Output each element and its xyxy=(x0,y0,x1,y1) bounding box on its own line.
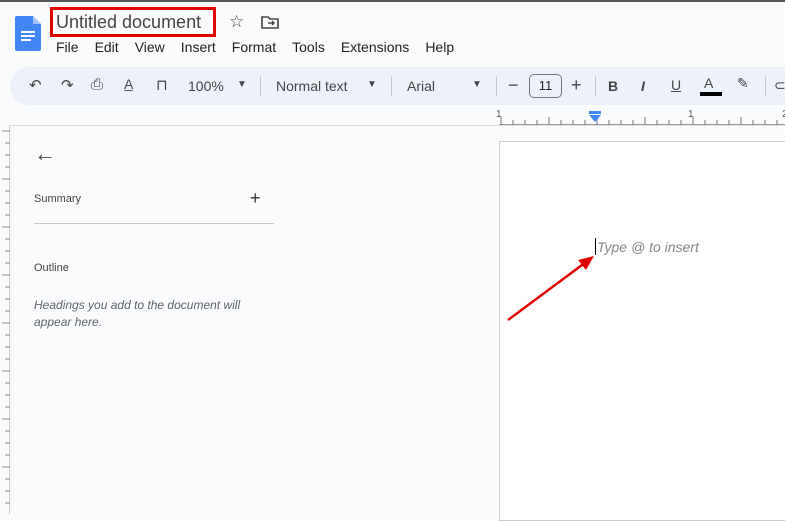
highlight-icon[interactable]: ✎ xyxy=(737,75,749,92)
menu-file[interactable]: File xyxy=(56,39,79,55)
menu-insert[interactable]: Insert xyxy=(181,39,216,55)
separator xyxy=(496,76,497,96)
indent-marker-icon[interactable] xyxy=(588,111,602,123)
link-icon[interactable]: ⊂ xyxy=(774,77,785,94)
increase-font-size-icon[interactable]: + xyxy=(571,75,582,96)
underline-icon[interactable]: U xyxy=(671,77,681,93)
insert-placeholder[interactable]: Type @ to insert xyxy=(597,239,699,255)
redo-icon[interactable]: ↷ xyxy=(61,76,74,94)
italic-icon[interactable]: I xyxy=(641,78,645,94)
move-folder-icon[interactable] xyxy=(261,15,279,29)
separator xyxy=(260,76,261,96)
back-arrow-icon[interactable]: ← xyxy=(34,141,56,167)
text-color-swatch xyxy=(700,92,722,96)
window-top-border xyxy=(0,0,785,2)
summary-label: Summary xyxy=(34,193,82,205)
font-size-input[interactable]: 11 xyxy=(529,74,562,98)
separator xyxy=(765,76,766,96)
menu-bar: File Edit View Insert Format Tools Exten… xyxy=(56,39,470,55)
document-page[interactable] xyxy=(499,141,785,521)
menu-tools[interactable]: Tools xyxy=(292,39,325,55)
style-select[interactable]: Normal text xyxy=(276,78,348,94)
bold-icon[interactable]: B xyxy=(608,78,618,94)
star-icon[interactable]: ☆ xyxy=(229,12,244,32)
add-summary-icon[interactable]: + xyxy=(250,188,261,209)
menu-edit[interactable]: Edit xyxy=(95,39,119,55)
text-color-icon[interactable]: A xyxy=(704,75,713,91)
spellcheck-icon[interactable]: A̲ xyxy=(124,76,133,92)
style-dropdown-icon[interactable]: ▼ xyxy=(367,79,377,90)
font-select[interactable]: Arial xyxy=(407,78,435,94)
menu-format[interactable]: Format xyxy=(232,39,276,55)
decrease-font-size-icon[interactable]: − xyxy=(508,75,519,96)
horizontal-ruler[interactable]: 1 1 2 xyxy=(496,109,785,125)
vertical-ruler[interactable] xyxy=(0,125,10,516)
menu-help[interactable]: Help xyxy=(425,39,454,55)
separator xyxy=(391,76,392,96)
menu-view[interactable]: View xyxy=(135,39,165,55)
paint-format-icon[interactable]: ⊓ xyxy=(156,76,168,94)
menu-extensions[interactable]: Extensions xyxy=(341,39,409,55)
font-dropdown-icon[interactable]: ▼ xyxy=(472,79,482,90)
outline-hint: Headings you add to the document will ap… xyxy=(34,298,241,329)
separator xyxy=(595,76,596,96)
document-title-input[interactable]: Untitled document xyxy=(50,7,216,37)
zoom-select[interactable]: 100% xyxy=(188,78,224,94)
sidebar-divider xyxy=(34,223,274,224)
print-icon[interactable]: ⎙ xyxy=(91,76,103,93)
zoom-dropdown-icon[interactable]: ▼ xyxy=(237,79,247,90)
outline-label: Outline xyxy=(34,262,69,274)
docs-logo-icon[interactable] xyxy=(15,16,41,51)
ruler-divider xyxy=(10,125,785,126)
undo-icon[interactable]: ↶ xyxy=(29,76,42,94)
ruler-ticks xyxy=(500,117,778,125)
text-cursor xyxy=(595,238,596,255)
